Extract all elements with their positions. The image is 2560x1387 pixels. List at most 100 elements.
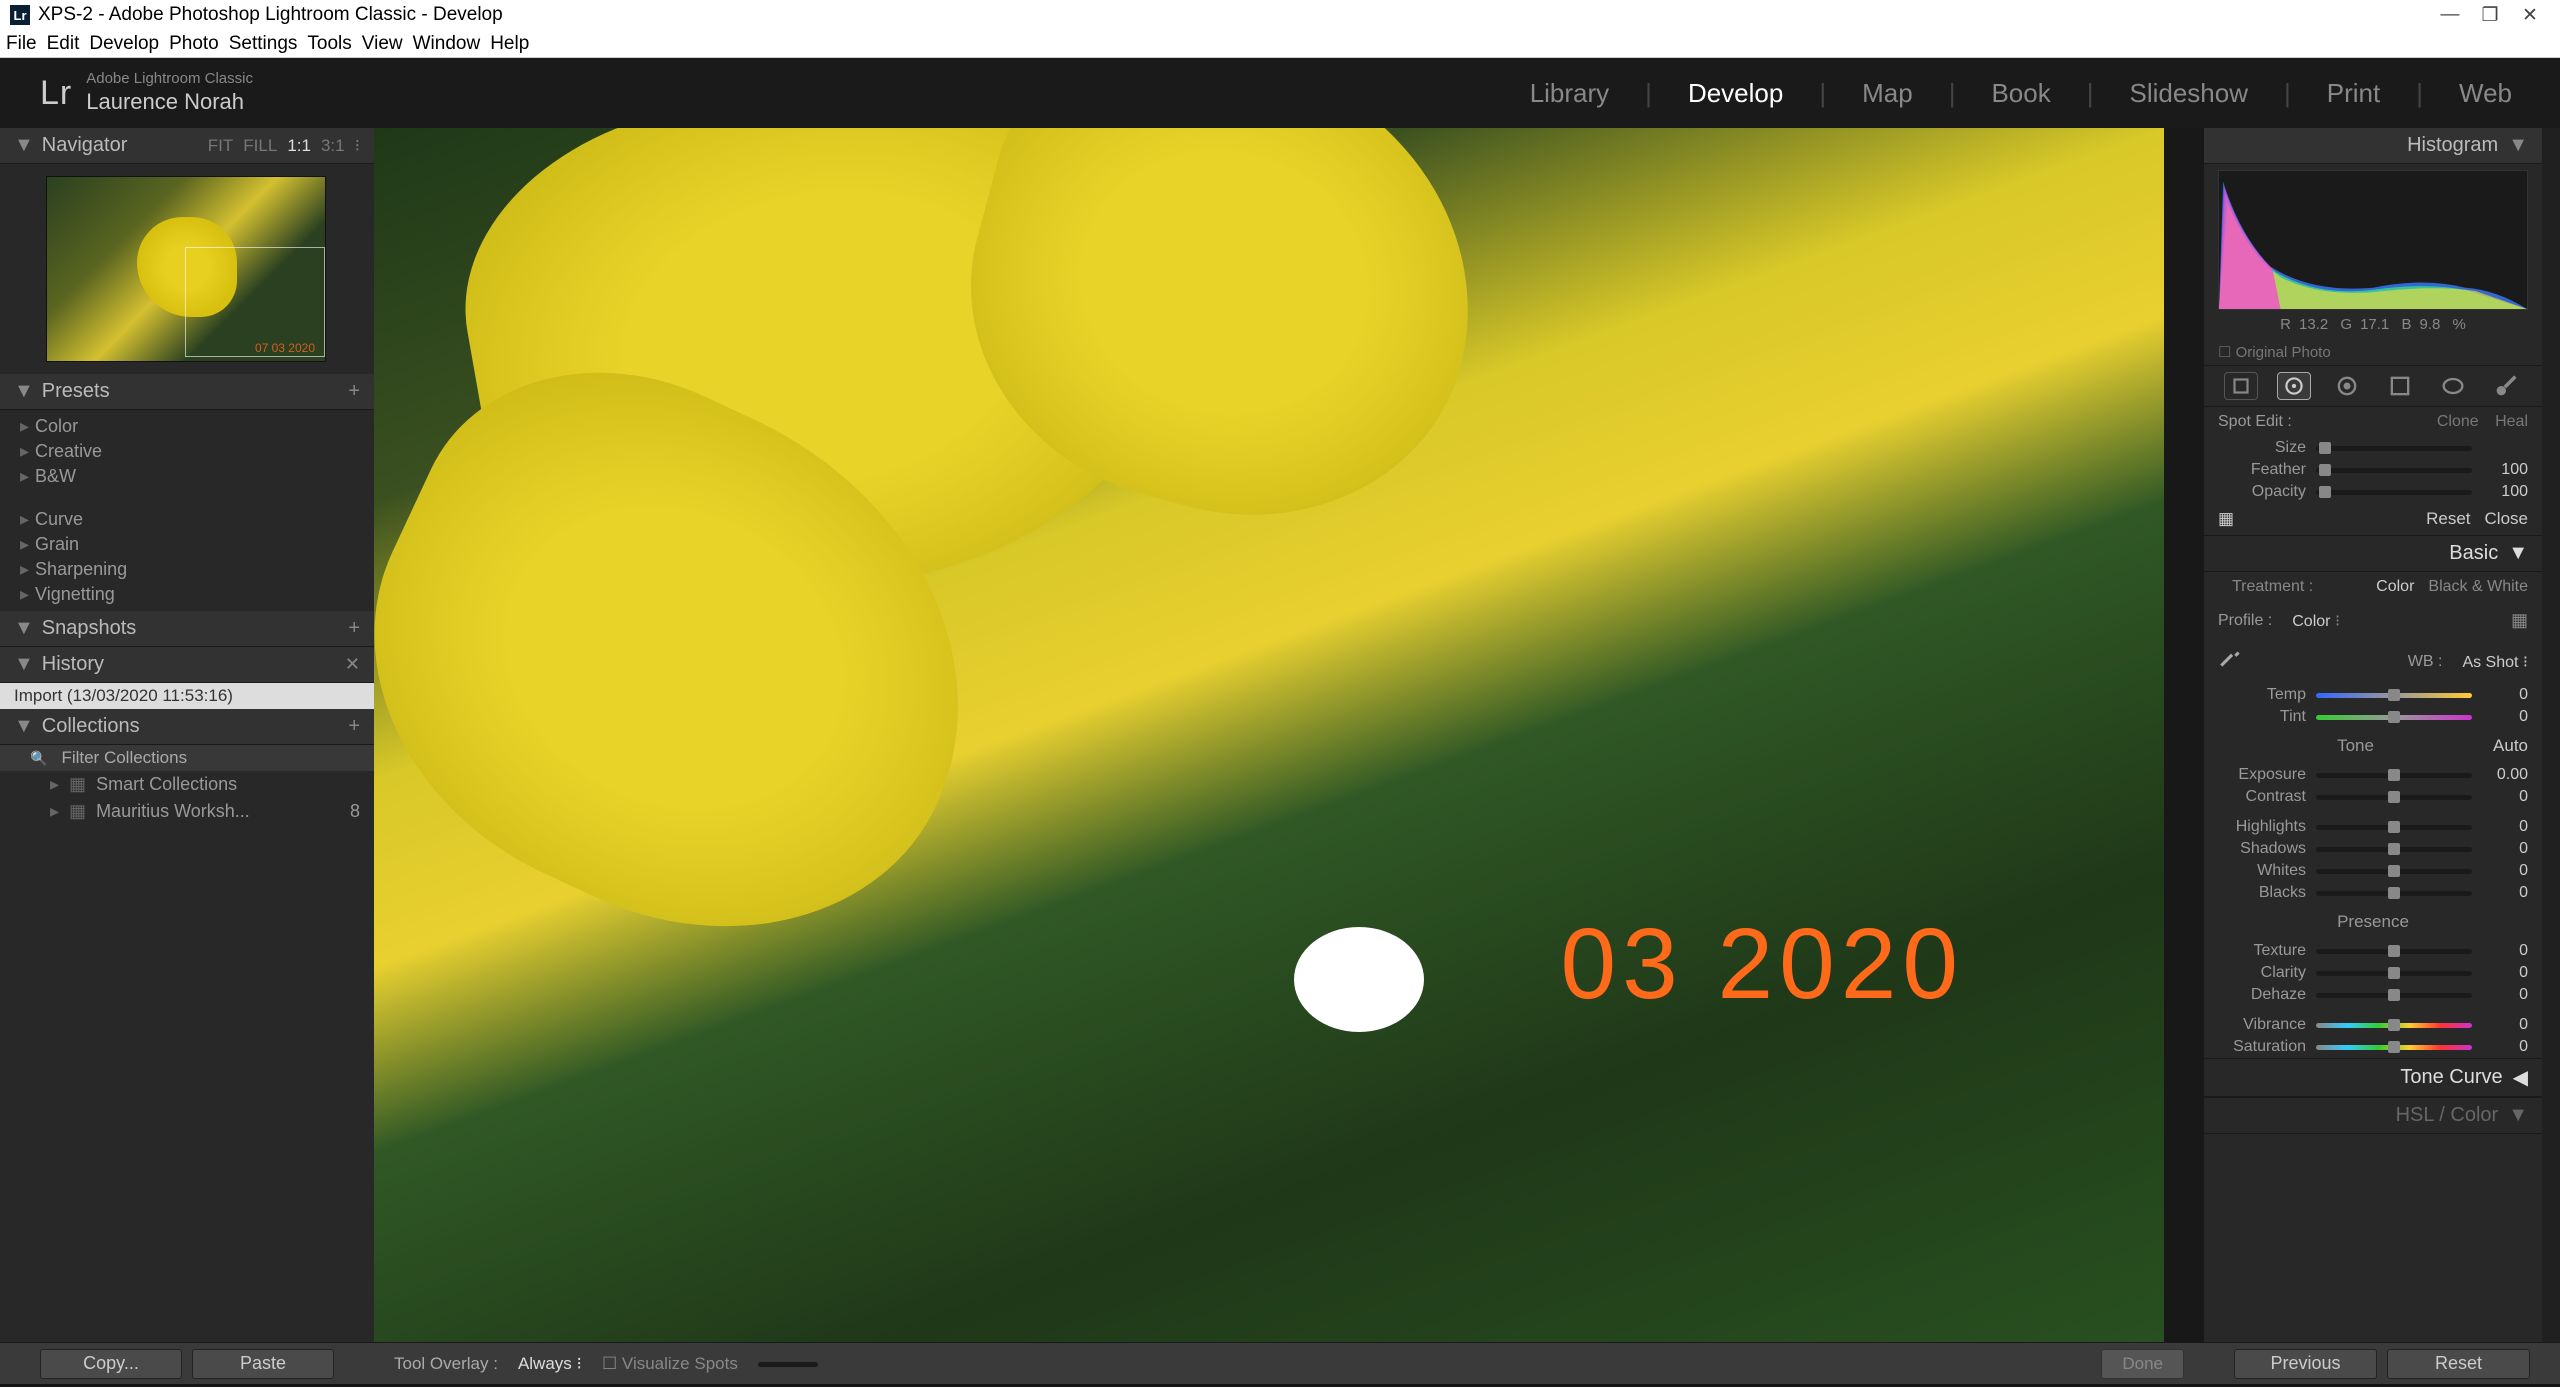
spot-heal-marker[interactable] — [1294, 927, 1424, 1032]
menu-settings[interactable]: Settings — [229, 33, 298, 55]
auto-tone-button[interactable]: Auto — [2493, 736, 2528, 756]
feather-slider[interactable]: Feather 100 — [2204, 459, 2542, 481]
menu-file[interactable]: File — [6, 33, 37, 55]
spot-close-button[interactable]: Close — [2485, 509, 2528, 529]
menu-view[interactable]: View — [362, 33, 403, 55]
presets-header[interactable]: ▼ Presets + — [0, 374, 374, 410]
basic-panel-header[interactable]: Basic ▼ — [2204, 535, 2542, 572]
treatment-color-button[interactable]: Color — [2376, 578, 2414, 596]
tint-slider[interactable]: Tint0 — [2204, 706, 2542, 728]
copy-settings-button[interactable]: Copy... — [40, 1349, 182, 1379]
minimize-button[interactable]: — — [2430, 4, 2470, 26]
module-book[interactable]: Book — [1983, 78, 2058, 109]
collection-item[interactable]: ▸▦Smart Collections — [0, 771, 374, 798]
preset-group[interactable]: ▸Color — [0, 414, 374, 439]
menu-window[interactable]: Window — [413, 33, 481, 55]
collections-header[interactable]: ▼ Collections + — [0, 709, 374, 745]
tone-curve-header[interactable]: Tone Curve ◀ — [2204, 1058, 2542, 1097]
clone-mode-button[interactable]: Clone — [2437, 413, 2479, 430]
add-preset-button[interactable]: + — [348, 380, 360, 403]
visualize-spots-checkbox[interactable]: ☐ Visualize Spots — [602, 1354, 738, 1374]
hsl-header[interactable]: HSL / Color ▼ — [2204, 1097, 2542, 1134]
navigator-header[interactable]: ▼ Navigator FITFILL1:13:1 ⁝ — [0, 128, 374, 164]
add-collection-button[interactable]: + — [348, 715, 360, 738]
zoom-fill[interactable]: FILL — [243, 136, 277, 156]
treatment-bw-button[interactable]: Black & White — [2428, 578, 2528, 596]
preset-group[interactable]: ▸Grain — [0, 532, 374, 557]
crop-tool-button[interactable] — [2224, 372, 2258, 400]
profile-browser-button[interactable]: ▦ — [2511, 610, 2528, 631]
navigator-thumbnail[interactable]: 07 03 2020 — [0, 164, 374, 374]
saturation-slider[interactable]: Saturation0 — [2204, 1036, 2542, 1058]
preset-group[interactable]: ▸Sharpening — [0, 557, 374, 582]
module-library[interactable]: Library — [1522, 78, 1617, 109]
menu-help[interactable]: Help — [490, 33, 529, 55]
zoom-fit[interactable]: FIT — [208, 136, 234, 156]
preset-group[interactable]: ▸Vignetting — [0, 582, 374, 607]
highlights-slider[interactable]: Highlights0 — [2204, 816, 2542, 838]
opacity-slider[interactable]: Opacity 100 — [2204, 481, 2542, 503]
module-print[interactable]: Print — [2319, 78, 2388, 109]
radial-tool-button[interactable] — [2436, 372, 2470, 400]
preset-group[interactable]: ▸B&W — [0, 464, 374, 489]
spot-tool-button[interactable] — [2277, 372, 2311, 400]
spot-reset-button[interactable]: Reset — [2426, 509, 2470, 529]
spot-edit-label: Spot Edit : — [2218, 413, 2292, 431]
right-scrollbar[interactable] — [2542, 128, 2560, 1342]
histogram-graph[interactable] — [2218, 170, 2528, 310]
texture-slider[interactable]: Texture0 — [2204, 940, 2542, 962]
module-map[interactable]: Map — [1854, 78, 1921, 109]
menu-photo[interactable]: Photo — [169, 33, 219, 55]
toggle-pins-button[interactable]: ▦ — [2218, 509, 2234, 529]
disclosure-icon: ▼ — [2508, 134, 2528, 157]
brush-tool-button[interactable] — [2489, 372, 2523, 400]
close-window-button[interactable]: ✕ — [2510, 4, 2550, 27]
visualize-slider[interactable] — [758, 1354, 818, 1374]
wb-picker-icon[interactable] — [2218, 645, 2244, 678]
add-snapshot-button[interactable]: + — [348, 617, 360, 640]
image-canvas[interactable]: 03 2020 — [374, 128, 2204, 1342]
preset-group[interactable]: ▸Creative — [0, 439, 374, 464]
histogram-rgb: R13.2 G17.1 B9.8 % — [2204, 316, 2542, 339]
wb-dropdown[interactable]: As Shot ⁝ — [2462, 652, 2528, 672]
vibrance-slider[interactable]: Vibrance0 — [2204, 1014, 2542, 1036]
profile-label: Profile : — [2218, 612, 2272, 630]
module-slideshow[interactable]: Slideshow — [2121, 78, 2256, 109]
temp-slider[interactable]: Temp0 — [2204, 684, 2542, 706]
blacks-slider[interactable]: Blacks0 — [2204, 882, 2542, 904]
gradient-tool-button[interactable] — [2383, 372, 2417, 400]
profile-dropdown[interactable]: Color ⁝ — [2292, 611, 2340, 631]
size-slider[interactable]: Size — [2204, 437, 2542, 459]
tool-overlay-dropdown[interactable]: Always ⁝ — [518, 1354, 582, 1374]
shadows-slider[interactable]: Shadows0 — [2204, 838, 2542, 860]
menu-tools[interactable]: Tools — [307, 33, 351, 55]
preset-group[interactable]: ▸Curve — [0, 507, 374, 532]
redeye-tool-button[interactable] — [2330, 372, 2364, 400]
history-header[interactable]: ▼ History ✕ — [0, 647, 374, 683]
clarity-slider[interactable]: Clarity0 — [2204, 962, 2542, 984]
zoom-3:1[interactable]: 3:1 — [321, 136, 345, 156]
filter-collections-input[interactable]: Filter Collections — [0, 745, 374, 771]
module-develop[interactable]: Develop — [1680, 78, 1791, 109]
snapshots-header[interactable]: ▼ Snapshots + — [0, 611, 374, 647]
history-item[interactable]: Import (13/03/2020 11:53:16) — [0, 683, 374, 709]
dehaze-slider[interactable]: Dehaze0 — [2204, 984, 2542, 1006]
module-web[interactable]: Web — [2451, 78, 2520, 109]
menu-edit[interactable]: Edit — [47, 33, 80, 55]
heal-mode-button[interactable]: Heal — [2495, 413, 2528, 430]
zoom-1:1[interactable]: 1:1 — [287, 136, 311, 156]
collection-item[interactable]: ▸▦Mauritius Worksh...8 — [0, 798, 374, 825]
paste-settings-button[interactable]: Paste — [192, 1349, 334, 1379]
previous-button[interactable]: Previous — [2234, 1349, 2377, 1379]
whites-slider[interactable]: Whites0 — [2204, 860, 2542, 882]
done-button[interactable]: Done — [2101, 1349, 2184, 1379]
maximize-button[interactable]: ❐ — [2470, 4, 2510, 27]
original-photo-checkbox[interactable]: Original Photo — [2204, 339, 2542, 365]
menu-develop[interactable]: Develop — [89, 33, 159, 55]
reset-button[interactable]: Reset — [2387, 1349, 2530, 1379]
navigator-zoom[interactable]: FITFILL1:13:1 ⁝ — [208, 136, 360, 156]
exposure-slider[interactable]: Exposure0.00 — [2204, 764, 2542, 786]
contrast-slider[interactable]: Contrast0 — [2204, 786, 2542, 808]
histogram-header[interactable]: Histogram ▼ — [2204, 128, 2542, 164]
clear-history-button[interactable]: ✕ — [345, 654, 360, 675]
